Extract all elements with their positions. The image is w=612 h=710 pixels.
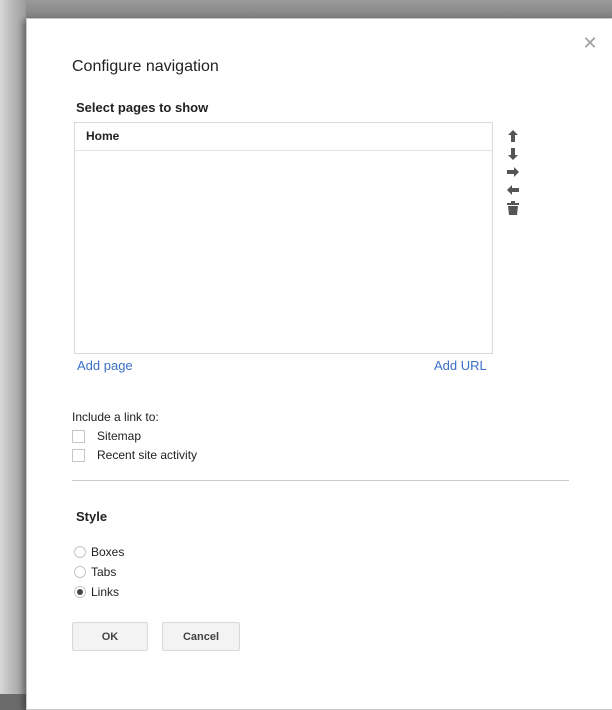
links-label: Links: [91, 585, 120, 599]
recent-activity-label: Recent site activity: [97, 448, 198, 462]
page-list-item[interactable]: Home: [75, 123, 492, 151]
style-option-links: Links: [74, 585, 119, 599]
tabs-label: Tabs: [91, 565, 117, 579]
select-pages-label: Select pages to show: [76, 100, 209, 115]
recent-activity-checkbox[interactable]: [72, 448, 85, 462]
move-down-icon[interactable]: [505, 145, 521, 163]
tabs-radio[interactable]: [74, 566, 86, 578]
sitemap-option: Sitemap: [72, 429, 141, 443]
add-url-link[interactable]: Add URL: [434, 358, 487, 373]
add-page-link[interactable]: Add page: [77, 358, 133, 373]
configure-navigation-dialog: ✕ Configure navigation Select pages to s…: [26, 18, 612, 710]
page-tools: [505, 127, 521, 217]
trash-icon[interactable]: [505, 199, 521, 217]
indent-left-icon[interactable]: [505, 181, 521, 199]
sitemap-label: Sitemap: [97, 429, 142, 443]
ok-button[interactable]: OK: [72, 622, 148, 651]
links-radio[interactable]: [74, 586, 86, 598]
move-up-icon[interactable]: [505, 127, 521, 145]
style-label: Style: [76, 509, 108, 524]
page-list: Home: [74, 122, 493, 354]
boxes-label: Boxes: [91, 545, 125, 559]
style-option-boxes: Boxes: [74, 545, 124, 559]
backdrop-left: [0, 0, 26, 694]
cancel-button[interactable]: Cancel: [162, 622, 240, 651]
indent-right-icon[interactable]: [505, 163, 521, 181]
recent-activity-option: Recent site activity: [72, 448, 197, 462]
include-link-label: Include a link to:: [72, 410, 159, 424]
section-divider: [72, 480, 569, 481]
sitemap-checkbox[interactable]: [72, 429, 85, 443]
boxes-radio[interactable]: [74, 546, 86, 558]
dialog-title: Configure navigation: [72, 58, 219, 75]
close-icon[interactable]: ✕: [582, 34, 598, 52]
style-option-tabs: Tabs: [74, 565, 116, 579]
